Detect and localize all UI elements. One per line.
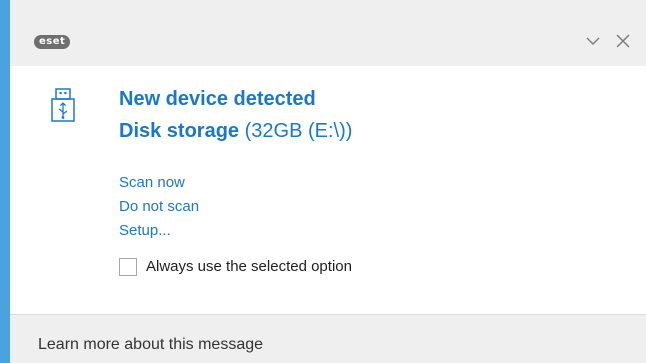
- close-button[interactable]: [612, 30, 634, 52]
- device-detail: (32GB (E:\)): [239, 120, 353, 142]
- notification-window: eset New device detected Disk storage (3…: [0, 0, 646, 363]
- minimize-button[interactable]: [582, 30, 604, 52]
- notification-body: New device detected Disk storage (32GB (…: [10, 66, 646, 314]
- accent-bar: [0, 0, 10, 363]
- always-use-label: Always use the selected option: [146, 258, 352, 275]
- scan-now-link[interactable]: Scan now: [119, 173, 185, 192]
- title-bar: eset: [10, 0, 646, 66]
- close-icon: [616, 34, 630, 48]
- learn-more-link[interactable]: Learn more about this message: [38, 335, 263, 355]
- do-not-scan-link[interactable]: Do not scan: [119, 197, 199, 216]
- notification-headline: New device detected: [119, 88, 316, 110]
- setup-link[interactable]: Setup...: [119, 221, 171, 240]
- eset-logo: eset: [34, 35, 71, 49]
- usb-drive-icon: [51, 88, 75, 127]
- always-use-checkbox[interactable]: [119, 257, 137, 276]
- device-description: Disk storage (32GB (E:\)): [119, 118, 352, 144]
- always-use-option[interactable]: Always use the selected option: [119, 257, 352, 276]
- footer: Learn more about this message: [10, 314, 646, 363]
- chevron-down-icon: [586, 37, 600, 45]
- device-name: Disk storage: [119, 120, 240, 142]
